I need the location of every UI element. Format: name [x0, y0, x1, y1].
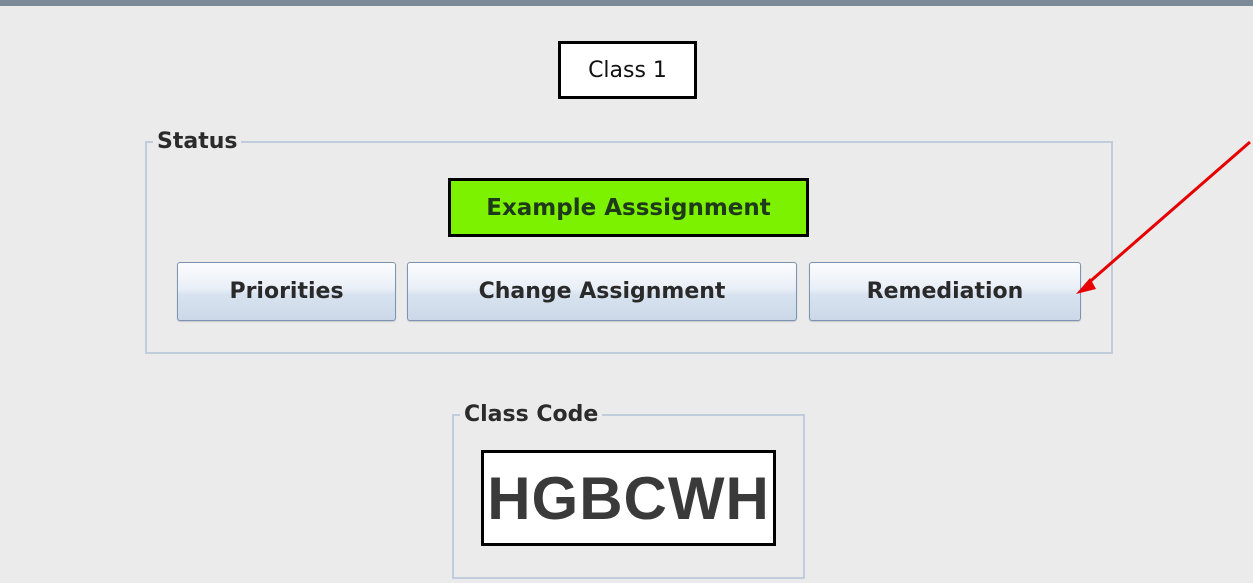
class-code-value: HGBCWH	[481, 450, 776, 546]
change-assignment-button[interactable]: Change Assignment	[407, 262, 797, 321]
priorities-button[interactable]: Priorities	[177, 262, 396, 321]
class-title-label: Class 1	[558, 41, 697, 99]
window-top-edge	[0, 0, 1253, 6]
current-assignment-label: Example Asssignment	[448, 178, 809, 237]
remediation-button[interactable]: Remediation	[809, 262, 1081, 321]
class-code-group-title: Class Code	[460, 402, 603, 428]
status-group: Status	[145, 129, 1113, 354]
status-group-title: Status	[153, 129, 242, 155]
